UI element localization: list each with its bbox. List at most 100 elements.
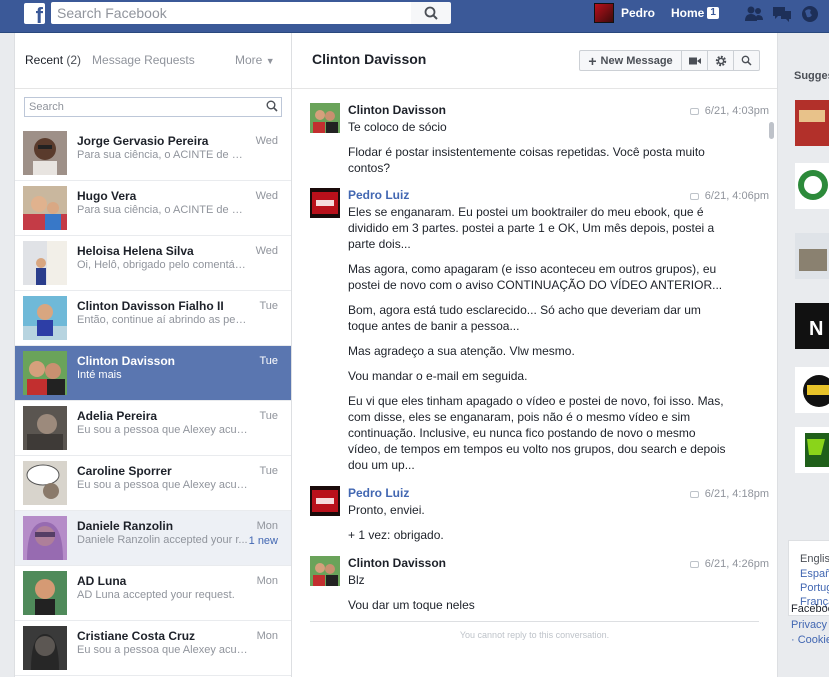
footer-cookies-link[interactable]: · Cookie <box>791 634 829 646</box>
avatar <box>23 626 67 670</box>
avatar <box>23 571 67 615</box>
avatar <box>23 241 67 285</box>
thread-item[interactable]: Caroline Sporrer Eu sou a pessoa que Ale… <box>15 456 291 511</box>
suggested-page-image[interactable]: N <box>795 303 829 349</box>
suggested-page-image[interactable] <box>795 163 829 209</box>
thread-item[interactable]: AD Luna AD Luna accepted your request. M… <box>15 566 291 621</box>
language-link[interactable]: Portug <box>800 582 829 594</box>
video-call-button[interactable] <box>681 51 707 70</box>
no-reply-notice: You cannot reply to this conversation. <box>459 630 610 640</box>
suggested-heading: Sugges <box>794 70 829 82</box>
avatar <box>23 406 67 450</box>
more-dropdown[interactable]: More ▼ <box>235 53 275 67</box>
thread-search-box[interactable] <box>24 97 282 117</box>
message-text: Eles se enganaram. Eu postei um booktrai… <box>348 205 715 251</box>
right-sidebar: Sugges N English Españ Portug França Fac… <box>786 33 829 677</box>
scrollbar-thumb[interactable] <box>769 122 774 139</box>
message-text: + 1 vez: obrigado. <box>348 528 444 542</box>
global-search-box[interactable] <box>51 2 411 24</box>
tab-recent[interactable]: Recent (2) <box>25 53 81 67</box>
tab-message-requests[interactable]: Message Requests <box>92 53 195 67</box>
thread-search-input[interactable] <box>25 98 255 116</box>
suggested-page-image[interactable] <box>795 367 829 413</box>
gear-icon <box>715 55 726 66</box>
thread-item[interactable]: Adelia Pereira Eu sou a pessoa que Alexe… <box>15 401 291 456</box>
message-timestamp: 6/21, 4:03pm <box>689 105 769 117</box>
global-search-button[interactable] <box>411 2 451 24</box>
avatar <box>310 103 340 133</box>
thread-list: Jorge Gervasio Pereira Para sua ciência,… <box>15 126 291 676</box>
messages-icon[interactable] <box>772 5 792 23</box>
divider <box>310 621 759 622</box>
globe-notifications-icon[interactable] <box>800 5 820 23</box>
user-name: Pedro <box>621 6 656 20</box>
friend-requests-icon[interactable] <box>744 5 764 23</box>
message-text: Bom, agora está tudo esclarecido... Só a… <box>348 303 701 333</box>
language-link[interactable]: Españ <box>800 568 829 580</box>
message-sender[interactable]: Pedro Luiz <box>348 486 409 500</box>
message-timestamp: 6/21, 4:26pm <box>689 558 769 570</box>
recent-count: (2) <box>66 53 82 67</box>
new-message-button[interactable]: + New Message <box>580 51 681 70</box>
footer-privacy-link[interactable]: Privacy <box>791 619 827 631</box>
search-conversation-button[interactable] <box>733 51 759 70</box>
thread-item[interactable]: Daniele Ranzolin Daniele Ranzolin accept… <box>15 511 291 566</box>
home-label: Home <box>671 6 705 20</box>
conversation-toolbar: + New Message <box>579 50 760 71</box>
search-icon <box>266 100 278 112</box>
thread-item[interactable]: Clinton Davisson Fialho II Então, contin… <box>15 291 291 346</box>
suggested-page-image[interactable] <box>795 100 829 146</box>
message-sender[interactable]: Pedro Luiz <box>348 188 409 202</box>
top-bar: f Pedro Home 1 <box>0 0 829 33</box>
thread-item[interactable]: Cristiane Costa Cruz Eu sou a pessoa que… <box>15 621 291 676</box>
message-text: Vou mandar o e-mail em seguida. <box>348 369 528 383</box>
avatar <box>23 296 67 340</box>
home-count-badge: 1 <box>707 7 719 19</box>
reply-icon <box>689 107 699 115</box>
suggested-page-image[interactable] <box>795 233 829 279</box>
message-text: Pronto, enviei. <box>348 503 425 517</box>
avatar <box>310 556 340 586</box>
thread-item[interactable]: Jorge Gervasio Pereira Para sua ciência,… <box>15 126 291 181</box>
message-text: Te coloco de sócio <box>348 120 447 134</box>
message-list: Clinton Davisson 6/21, 4:03pm Te coloco … <box>292 89 777 611</box>
profile-link[interactable]: Pedro <box>594 2 655 24</box>
language-current: English <box>800 553 829 565</box>
avatar <box>23 131 67 175</box>
thread-item-selected[interactable]: Clinton Davisson Inté mais Tue <box>15 346 291 401</box>
avatar <box>23 516 67 560</box>
search-icon <box>741 55 752 66</box>
reply-icon <box>689 560 699 568</box>
thread-item[interactable]: Heloisa Helena Silva Oi, Helô, obrigado … <box>15 236 291 291</box>
message-sender[interactable]: Clinton Davisson <box>348 556 446 570</box>
plus-icon: + <box>588 52 597 69</box>
message-sender[interactable]: Clinton Davisson <box>348 103 446 117</box>
message-timestamp: 6/21, 4:06pm <box>689 190 769 202</box>
svg-text:N: N <box>809 318 823 340</box>
message-text: Vou dar um toque neles <box>348 598 475 611</box>
avatar <box>310 486 340 516</box>
message-text: Mas agradeço a sua atenção. Vlw mesmo. <box>348 344 575 358</box>
message-text: Mas agora, como apagaram (e isso acontec… <box>348 262 723 292</box>
divider <box>15 88 291 89</box>
suggested-page-image[interactable] <box>795 427 829 473</box>
global-search-input[interactable] <box>51 2 411 24</box>
thread-item[interactable]: Hugo Vera Para sua ciência, o ACINTE de … <box>15 181 291 236</box>
message-text: Eu vi que eles tinham apagado o vídeo e … <box>348 394 726 472</box>
message-text: Blz <box>348 573 365 587</box>
avatar <box>23 461 67 505</box>
avatar <box>23 186 67 230</box>
thread-list-panel: Recent (2) Message Requests More ▼ Jorge… <box>14 33 292 677</box>
chevron-down-icon: ▼ <box>265 56 275 66</box>
thread-tabs: Recent (2) Message Requests <box>25 53 195 67</box>
facebook-logo[interactable]: f <box>24 3 45 24</box>
footer-brand: Faceboo <box>791 603 829 615</box>
settings-button[interactable] <box>707 51 733 70</box>
home-link[interactable]: Home 1 <box>671 2 719 24</box>
video-camera-icon <box>688 57 701 64</box>
reply-icon <box>689 192 699 200</box>
user-avatar <box>594 3 614 23</box>
conversation-title: Clinton Davisson <box>312 51 427 67</box>
avatar <box>310 188 340 218</box>
avatar <box>23 351 67 395</box>
